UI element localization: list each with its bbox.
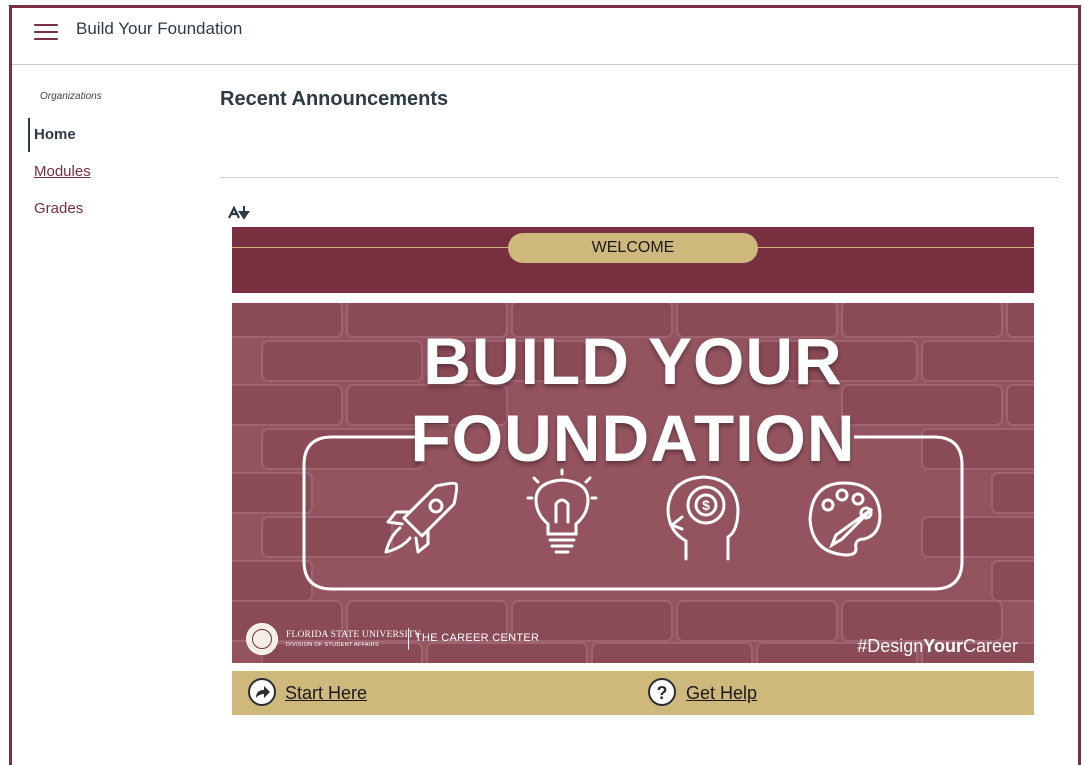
paint-palette-icon — [808, 481, 882, 557]
sidebar-item-modules[interactable]: Modules — [28, 155, 91, 189]
banner-headline-line2: FOUNDATION — [410, 401, 856, 475]
hamburger-menu-icon[interactable] — [34, 23, 58, 41]
career-center-label: THE CAREER CENTER — [415, 632, 540, 644]
alternative-formats-icon[interactable] — [228, 204, 252, 220]
question-mark-icon: ? — [648, 678, 676, 706]
start-here-label[interactable]: Start Here — [285, 683, 367, 704]
top-bar: Build Your Foundation — [12, 8, 1078, 65]
svg-text:?: ? — [657, 683, 668, 703]
sidebar-item-home[interactable]: Home — [28, 118, 76, 152]
course-banner-image: BUILD YOUR FOUNDATION $ FLORIDA STATE UN… — [232, 303, 1034, 663]
banner-headline-line1: BUILD YOUR — [423, 324, 843, 398]
divider — [220, 177, 1058, 178]
fsu-seal-logo — [246, 623, 278, 655]
university-name: FLORIDA STATE UNIVERSITY — [286, 630, 421, 640]
share-arrow-icon — [248, 678, 276, 706]
start-here-link[interactable]: Start Here — [246, 671, 386, 715]
division-name: DIVISION OF STUDENT AFFAIRS — [286, 642, 379, 648]
hashtag: #DesignYourCareer — [857, 636, 1018, 656]
lightbulb-icon — [526, 468, 598, 554]
head-money-icon: $ — [666, 475, 740, 561]
get-help-link[interactable]: ? Get Help — [648, 671, 788, 715]
course-title: Build Your Foundation — [76, 19, 243, 38]
welcome-label: WELCOME — [508, 233, 758, 263]
svg-text:$: $ — [702, 497, 710, 513]
quick-links-bar: Start Here ? Get Help — [232, 671, 1034, 715]
rocket-icon — [384, 481, 459, 554]
logo-separator — [408, 628, 409, 650]
welcome-banner: WELCOME — [232, 227, 1034, 293]
sidebar-section-label: Organizations — [40, 91, 102, 102]
get-help-label[interactable]: Get Help — [686, 683, 757, 704]
page-title: Recent Announcements — [220, 88, 449, 110]
sidebar-item-grades[interactable]: Grades — [28, 192, 83, 226]
